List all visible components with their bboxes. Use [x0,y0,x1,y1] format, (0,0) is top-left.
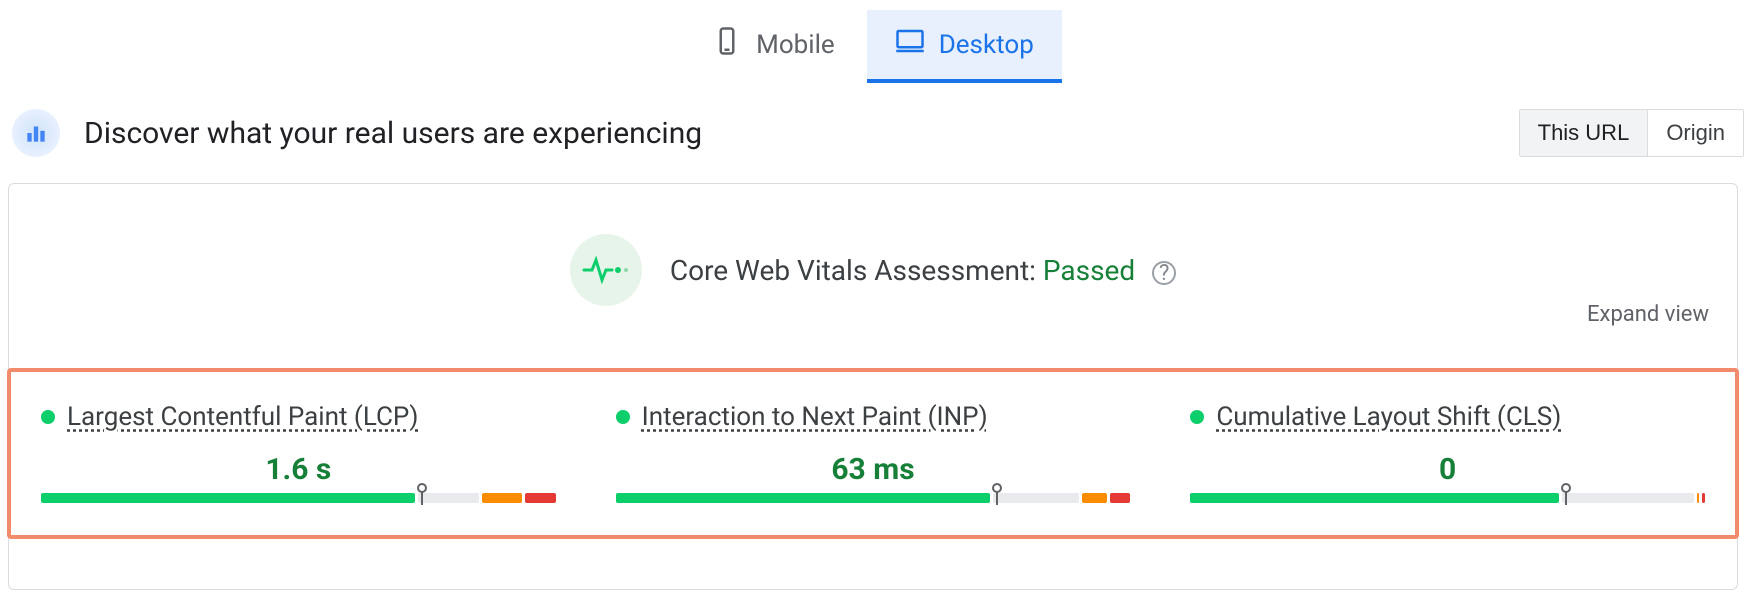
tab-mobile-label: Mobile [756,30,835,60]
bar-seg-gray [993,493,1079,503]
origin-toggle-group: This URL Origin [1519,109,1744,157]
assessment-row: Core Web Vitals Assessment: Passed ? [37,234,1709,306]
mobile-icon [712,26,742,63]
bar-seg-green [616,493,990,503]
metric-inp: Interaction to Next Paint (INP) 63 ms [616,402,1131,507]
metrics-highlight-box: Largest Contentful Paint (LCP) 1.6 s Int… [7,368,1739,539]
subheader-left: Discover what your real users are experi… [12,109,702,157]
toggle-this-url[interactable]: This URL [1520,110,1648,156]
help-icon[interactable]: ? [1152,261,1176,285]
expand-view-link[interactable]: Expand view [1587,302,1709,327]
bar-seg-red [1110,493,1130,503]
tab-mobile[interactable]: Mobile [684,10,863,83]
metric-inp-bar [616,493,1131,507]
tab-desktop[interactable]: Desktop [867,10,1062,83]
assessment-text: Core Web Vitals Assessment: Passed ? [670,254,1176,287]
status-dot-green [1190,410,1204,424]
tab-desktop-label: Desktop [939,30,1034,60]
status-dot-green [41,410,55,424]
desktop-icon [895,26,925,63]
subheader: Discover what your real users are experi… [0,83,1746,175]
device-tabs: Mobile Desktop [0,0,1746,83]
marker-icon [990,483,1004,505]
bar-seg-green [41,493,415,503]
pulse-icon [570,234,642,306]
toggle-origin[interactable]: Origin [1647,110,1743,156]
insights-icon [12,109,60,157]
metric-lcp-title[interactable]: Largest Contentful Paint (LCP) [67,402,418,432]
status-dot-green [616,410,630,424]
metric-lcp-bar [41,493,556,507]
metric-lcp: Largest Contentful Paint (LCP) 1.6 s [41,402,556,507]
metric-cls-value: 0 [1190,452,1705,487]
bar-seg-red [1702,493,1705,503]
bar-seg-orange [1697,493,1700,503]
metric-cls-bar [1190,493,1705,507]
page-title: Discover what your real users are experi… [84,116,702,151]
marker-icon [1559,483,1573,505]
metric-lcp-value: 1.6 s [41,452,556,487]
bar-seg-green [1190,493,1559,503]
metric-lcp-title-row: Largest Contentful Paint (LCP) [41,402,556,432]
metric-inp-value: 63 ms [616,452,1131,487]
bar-seg-orange [1082,493,1107,503]
bar-seg-red [525,493,555,503]
bar-seg-orange [482,493,522,503]
bar-seg-gray [1562,493,1693,503]
metric-cls-title[interactable]: Cumulative Layout Shift (CLS) [1216,402,1561,432]
metric-cls-title-row: Cumulative Layout Shift (CLS) [1190,402,1705,432]
marker-icon [415,483,429,505]
vitals-card: Core Web Vitals Assessment: Passed ? Exp… [8,183,1738,590]
assessment-status: Passed [1043,254,1135,287]
metric-cls: Cumulative Layout Shift (CLS) 0 [1190,402,1705,507]
metric-inp-title-row: Interaction to Next Paint (INP) [616,402,1131,432]
assessment-label: Core Web Vitals Assessment: [670,254,1036,287]
metric-inp-title[interactable]: Interaction to Next Paint (INP) [642,402,988,432]
